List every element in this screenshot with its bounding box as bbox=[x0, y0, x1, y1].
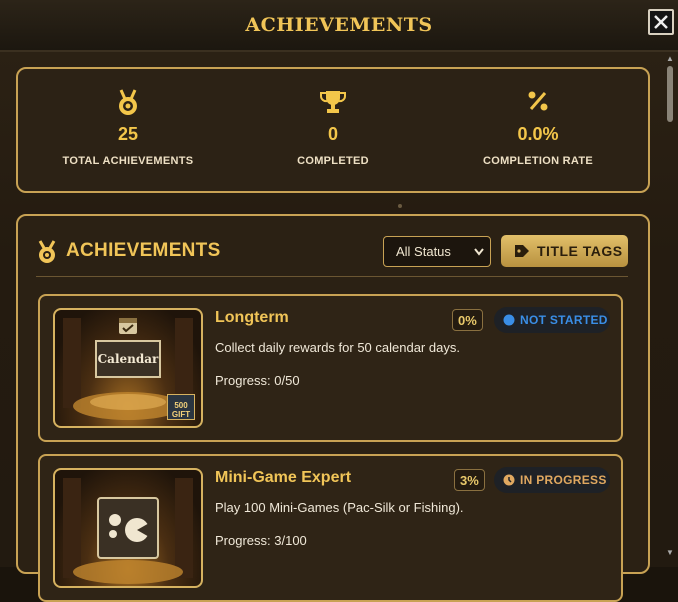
medal-icon bbox=[38, 240, 56, 263]
calendar-icon bbox=[119, 318, 137, 334]
page-indicator-dot bbox=[398, 204, 402, 208]
status-label: NOT STARTED bbox=[520, 313, 608, 327]
stat-label: COMPLETION RATE bbox=[482, 155, 593, 167]
stat-value: 0 bbox=[327, 124, 338, 144]
status-dot-icon bbox=[503, 314, 515, 326]
medal-icon bbox=[119, 89, 137, 115]
stat-value: 0.0% bbox=[517, 124, 559, 144]
achievement-name: Longterm bbox=[215, 309, 289, 326]
calendar-label: Calendar bbox=[95, 340, 161, 378]
window-title: ACHIEVEMENTS bbox=[245, 14, 433, 36]
scroll-up-icon[interactable]: ▲ bbox=[666, 54, 674, 63]
close-icon bbox=[654, 15, 668, 29]
achievement-image bbox=[53, 468, 203, 588]
close-button[interactable] bbox=[648, 9, 674, 35]
status-label: IN PROGRESS bbox=[520, 473, 607, 487]
stat-value: 25 bbox=[117, 124, 139, 144]
percent-badge: 0% bbox=[452, 309, 483, 331]
achievement-image: Calendar 500 GIFT bbox=[53, 308, 203, 428]
stat-label: TOTAL ACHIEVEMENTS bbox=[62, 155, 194, 167]
mini-game-icon bbox=[109, 514, 151, 542]
window-header: ACHIEVEMENTS bbox=[0, 0, 678, 52]
achievement-progress: Progress: 0/50 bbox=[215, 373, 300, 388]
status-badge: IN PROGRESS bbox=[494, 467, 610, 493]
achievements-section-title: ACHIEVEMENTS bbox=[66, 240, 221, 261]
stats-panel: 25 TOTAL ACHIEVEMENTS 0 COMPLETED 0.0% C… bbox=[16, 67, 650, 193]
percent-badge: 3% bbox=[454, 469, 485, 491]
chevron-down-icon bbox=[474, 248, 484, 256]
clock-icon bbox=[503, 474, 515, 486]
achievement-description: Play 100 Mini-Games (Pac-Silk or Fishing… bbox=[215, 500, 464, 515]
achievement-card[interactable]: Calendar 500 GIFT Longterm 0% NOT STARTE… bbox=[38, 294, 623, 442]
title-tags-button[interactable]: TITLE TAGS bbox=[501, 235, 628, 267]
gift-badge: 500 GIFT bbox=[167, 394, 195, 420]
trophy-icon bbox=[320, 91, 346, 113]
achievement-description: Collect daily rewards for 50 calendar da… bbox=[215, 340, 460, 355]
stat-label: COMPLETED bbox=[297, 155, 369, 167]
divider bbox=[36, 276, 628, 277]
status-badge: NOT STARTED bbox=[494, 307, 610, 333]
scroll-down-icon[interactable]: ▼ bbox=[666, 548, 674, 557]
title-tags-label: TITLE TAGS bbox=[537, 243, 623, 259]
status-filter-value: All Status bbox=[396, 244, 451, 259]
scroll-thumb[interactable] bbox=[667, 66, 673, 122]
achievement-card[interactable]: Mini-Game Expert 3% IN PROGRESS Play 100… bbox=[38, 454, 623, 602]
scrollbar[interactable]: ▲ ▼ bbox=[664, 52, 676, 562]
tag-icon bbox=[515, 245, 529, 257]
status-filter-select[interactable]: All Status bbox=[383, 236, 491, 267]
achievement-name: Mini-Game Expert bbox=[215, 469, 352, 486]
achievement-progress: Progress: 3/100 bbox=[215, 533, 307, 548]
percent-icon bbox=[528, 91, 548, 111]
